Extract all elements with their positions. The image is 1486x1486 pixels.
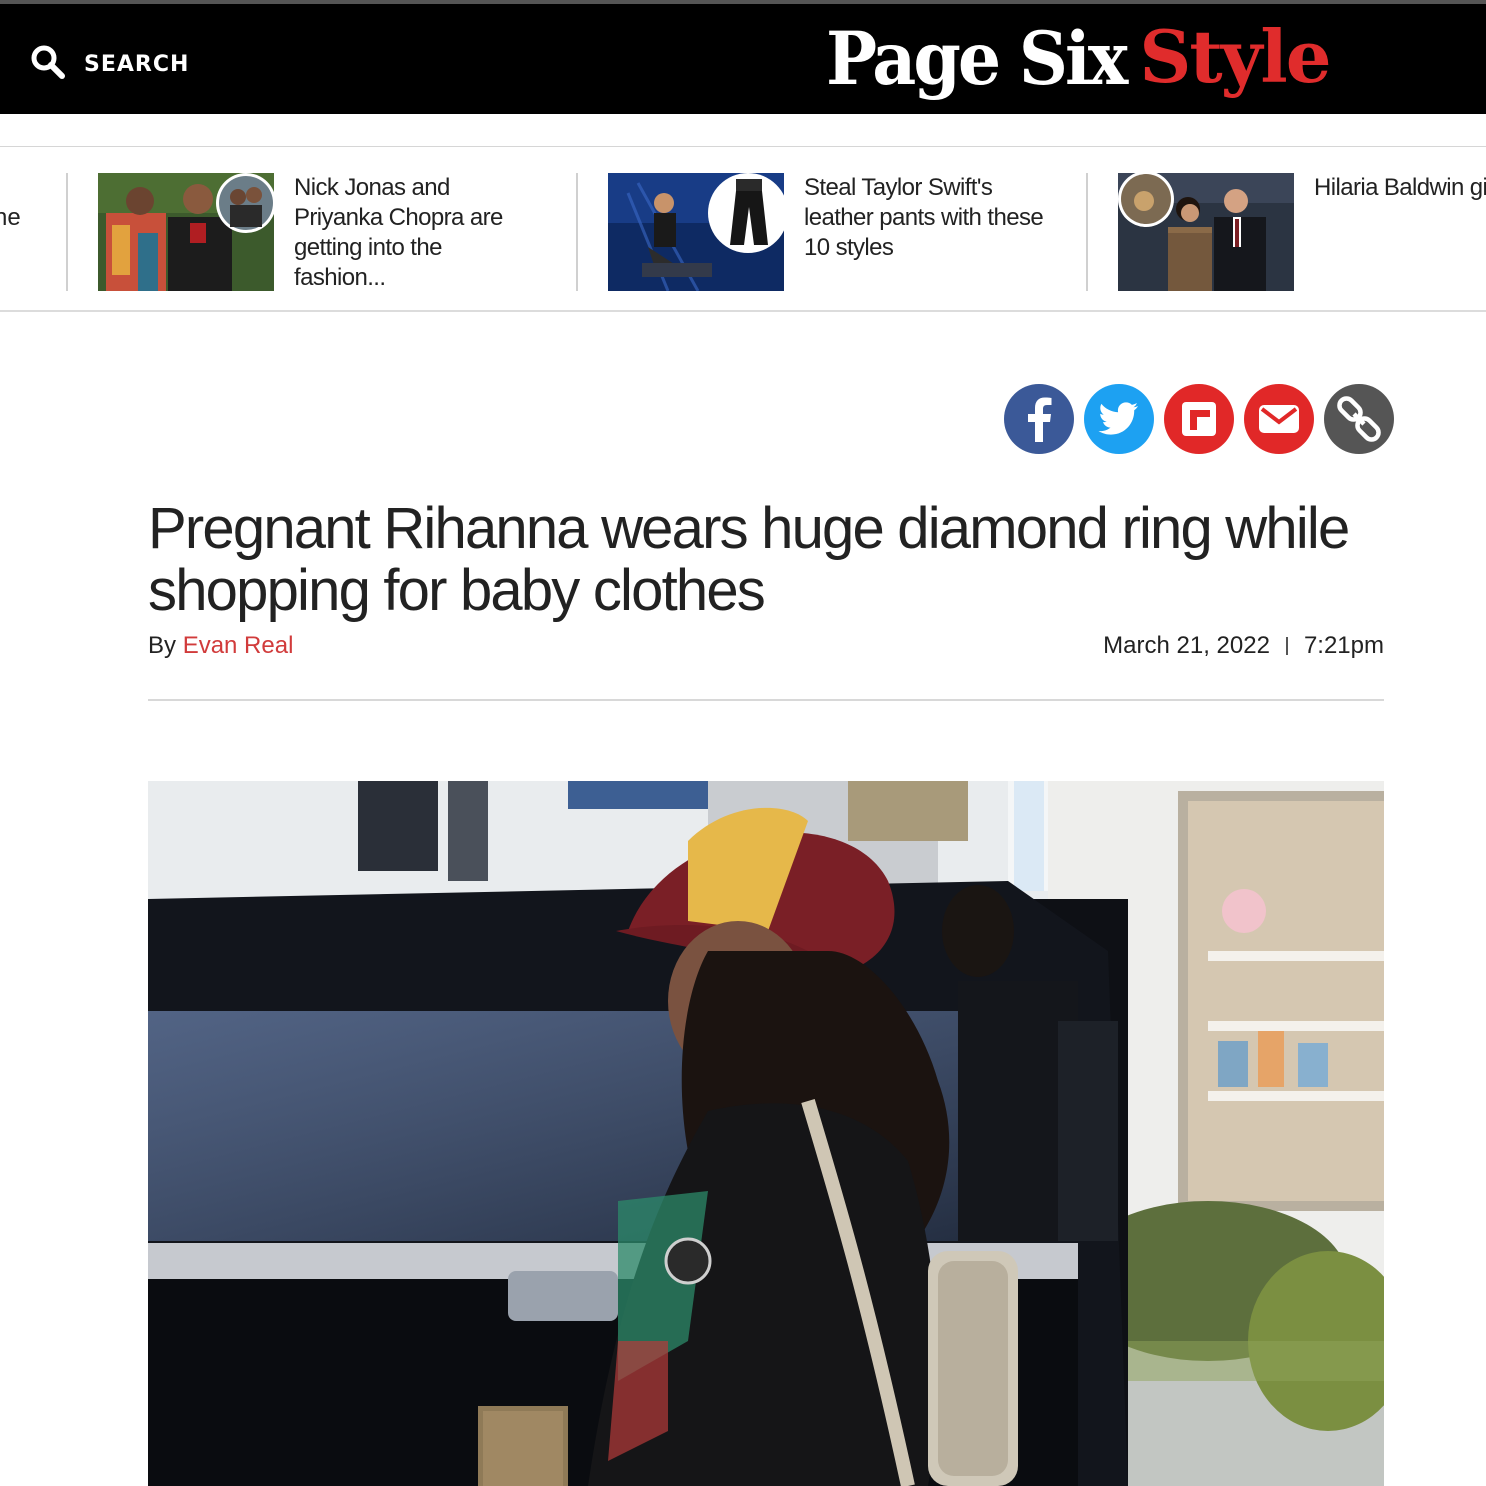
- share-twitter-button[interactable]: [1084, 384, 1154, 454]
- email-icon: [1244, 384, 1314, 454]
- publish-time: 7:21pm: [1303, 632, 1384, 659]
- search-button[interactable]: SEARCH: [30, 44, 189, 85]
- hero-photo-illustration: [148, 781, 1384, 1486]
- strip-divider: [66, 173, 68, 291]
- share-flipboard-button[interactable]: [1164, 384, 1234, 454]
- share-facebook-button[interactable]: [1004, 384, 1074, 454]
- date-separator: [1285, 637, 1288, 655]
- share-link-button[interactable]: [1324, 384, 1394, 454]
- trending-thumbnail: [608, 173, 784, 291]
- logo-accent-text: Style: [1139, 14, 1331, 99]
- partial-card-text[interactable]: ne: [0, 173, 21, 233]
- twitter-icon: [1084, 384, 1154, 454]
- header-divider: [148, 699, 1384, 701]
- search-label: SEARCH: [84, 52, 190, 77]
- hero-photo[interactable]: [148, 781, 1384, 1486]
- trending-card-hilaria-baldwin[interactable]: Hilaria Baldwin gifts Alec a new wedding…: [1118, 173, 1486, 291]
- author-link[interactable]: Evan Real: [183, 632, 294, 659]
- site-logo[interactable]: Page Six Style: [826, 14, 1332, 110]
- flipboard-icon: [1164, 384, 1234, 454]
- search-icon: [30, 44, 66, 85]
- publish-dateline: March 21, 2022 7:21pm: [1103, 632, 1384, 660]
- facebook-icon: [1004, 384, 1074, 454]
- trending-card-taylor-swift[interactable]: Steal Taylor Swift's leather pants with …: [608, 173, 1068, 291]
- trending-card-title: Nick Jonas and Priyanka Chopra are getti…: [294, 174, 503, 291]
- trending-thumbnail: [98, 173, 274, 291]
- trending-card-title: Steal Taylor Swift's leather pants with …: [804, 174, 1044, 261]
- trending-thumbnail: [1118, 173, 1294, 291]
- link-icon: [1324, 384, 1394, 454]
- byline-prefix: By: [148, 632, 183, 659]
- article-headline: Pregnant Rihanna wears huge diamond ring…: [148, 496, 1350, 623]
- byline: By Evan Real: [148, 632, 293, 660]
- publish-date: March 21, 2022: [1103, 632, 1270, 659]
- strip-divider: [1086, 173, 1088, 291]
- share-email-button[interactable]: [1244, 384, 1314, 454]
- logo-main-text: Page Six: [826, 15, 1128, 103]
- trending-card-nick-jonas[interactable]: Nick Jonas and Priyanka Chopra are getti…: [98, 173, 558, 291]
- site-header: SEARCH Page Six Style: [0, 0, 1486, 114]
- strip-divider: [576, 173, 578, 291]
- trending-strip: ne Nick Jonas and Priyanka Chopra ar: [0, 146, 1486, 312]
- trending-card-title: Hilaria Baldwin gifts Alec a new wedding…: [1314, 174, 1486, 201]
